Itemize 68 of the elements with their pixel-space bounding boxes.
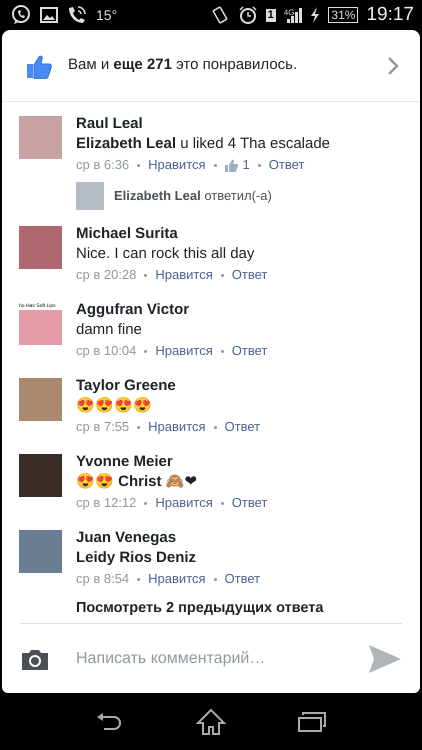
clock-time: 19:17 xyxy=(366,2,414,27)
author-name[interactable]: Aggufran Victor xyxy=(76,300,420,320)
comment-time: ср в 20:28 xyxy=(76,266,136,284)
image-icon xyxy=(40,7,58,23)
reply-link[interactable]: Ответ xyxy=(268,154,304,176)
comment-text: 😍😍😍😍 xyxy=(76,396,153,416)
comment-input[interactable]: Написать комментарий… xyxy=(74,646,344,672)
like-link[interactable]: Нравится xyxy=(155,340,213,362)
like-link[interactable]: Нравится xyxy=(155,492,213,514)
like-link[interactable]: Нравится xyxy=(148,568,206,590)
send-icon[interactable] xyxy=(368,644,402,674)
separator-dot xyxy=(137,426,140,428)
reply-link[interactable]: Ответ xyxy=(232,340,268,362)
comment-text: Leidy Rios Deniz xyxy=(76,548,198,568)
chat-bubble-phone-icon xyxy=(10,4,32,26)
comment-text: Nice. I can rock this all day xyxy=(76,244,256,264)
comment-time: ср в 7:55 xyxy=(76,418,130,436)
separator-dot xyxy=(137,164,140,166)
separator-dot xyxy=(144,350,148,352)
separator-dot xyxy=(258,164,261,166)
home-icon[interactable] xyxy=(196,708,226,736)
author-name[interactable]: Taylor Greene xyxy=(76,376,420,396)
rotate-phone-icon xyxy=(210,5,230,25)
separator-dot xyxy=(220,274,224,276)
reply-link[interactable]: Ответ xyxy=(224,416,260,438)
author-name[interactable]: Raul Leal xyxy=(76,114,420,134)
author-name[interactable]: Yvonne Meier xyxy=(76,452,420,472)
back-icon[interactable] xyxy=(96,712,124,732)
comment-time: ср в 6:36 xyxy=(76,156,130,174)
separator-dot xyxy=(144,502,148,504)
separator-dot xyxy=(137,578,140,580)
separator-dot xyxy=(144,274,148,276)
thumbs-up-icon xyxy=(224,158,238,172)
separator-dot xyxy=(214,578,217,580)
temperature-text: 15° xyxy=(96,6,118,24)
like-link[interactable]: Нравится xyxy=(148,154,206,176)
like-link[interactable]: Нравится xyxy=(148,416,206,438)
reply-summary[interactable]: Elizabeth Leal ответил(-а) xyxy=(114,186,272,206)
like-link[interactable]: Нравится xyxy=(155,264,213,286)
separator-dot xyxy=(220,502,224,504)
reply-link[interactable]: Ответ xyxy=(232,264,268,286)
charging-bolt-icon xyxy=(310,7,320,23)
separator-dot xyxy=(214,164,217,166)
likes-summary[interactable]: Вам и еще 271 это понравилось. xyxy=(68,54,370,77)
network-text: 4G xyxy=(284,7,294,19)
reply-link[interactable]: Ответ xyxy=(232,492,268,514)
comment-time: ср в 12:12 xyxy=(76,494,136,512)
separator-dot xyxy=(220,350,224,352)
recent-apps-icon[interactable] xyxy=(298,710,326,732)
comment-time: ср в 10:04 xyxy=(76,342,136,360)
comment-text: Elizabeth Leal u liked 4 Tha escalade xyxy=(76,134,332,154)
comment-text: damn fine xyxy=(76,320,143,340)
author-name[interactable]: Juan Venegas xyxy=(76,528,420,548)
alarm-clock-icon xyxy=(238,5,258,25)
lips-photo xyxy=(19,310,62,345)
author-name[interactable]: Michael Surita xyxy=(76,224,420,244)
separator-dot xyxy=(214,426,217,428)
phone-wifi-icon xyxy=(66,5,88,25)
reply-link[interactable]: Ответ xyxy=(224,568,260,590)
signal-icon xyxy=(286,7,302,23)
battery-text: 31% xyxy=(328,7,358,23)
sim-text: 1 xyxy=(266,8,276,22)
chevron-right-icon[interactable] xyxy=(386,56,400,76)
comment-time: ср в 8:54 xyxy=(76,570,130,588)
comment-text: 😍😍 Christ 🙈❤ xyxy=(76,472,199,492)
thumbs-up-icon xyxy=(26,52,52,78)
view-more-replies-link[interactable]: Посмотреть 2 предыдущих ответа xyxy=(76,598,324,620)
like-count: 1 xyxy=(242,156,250,174)
